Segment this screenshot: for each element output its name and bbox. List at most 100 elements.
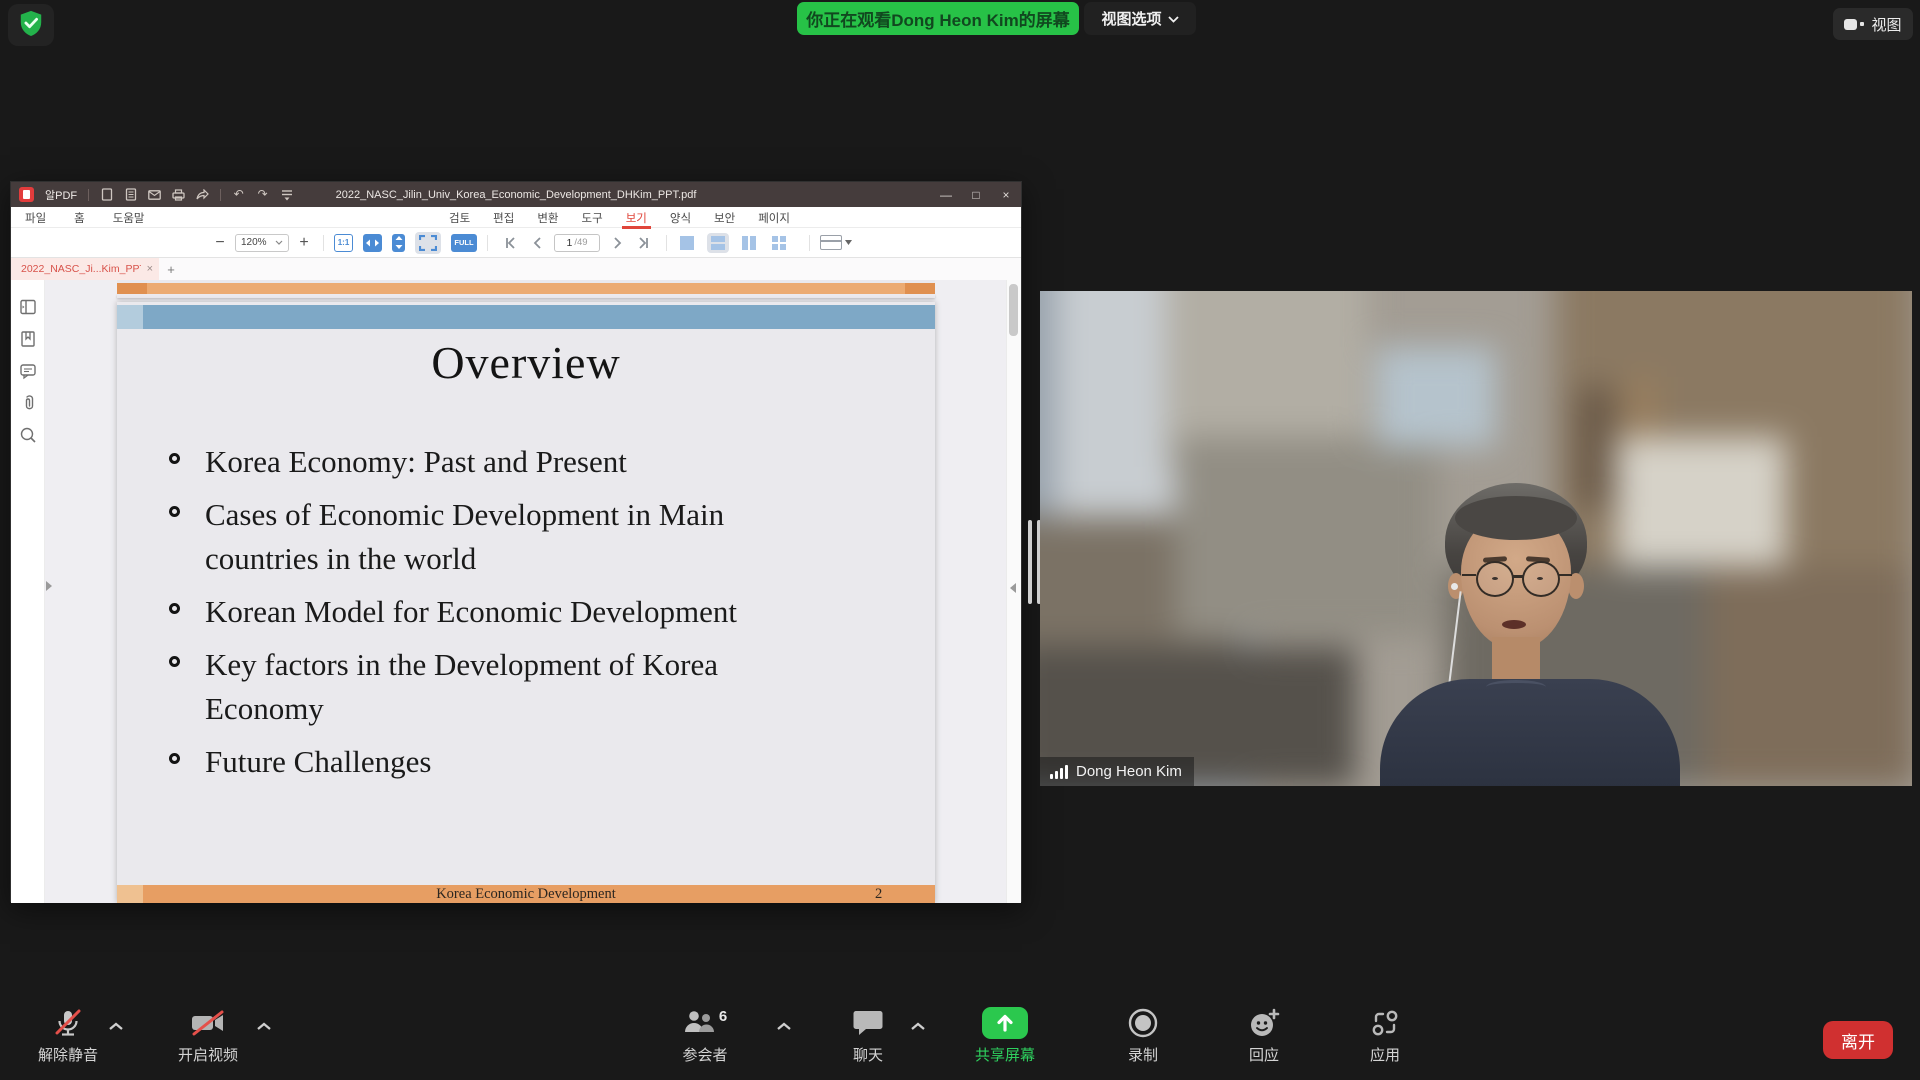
unmute-button[interactable]: 解除静音 — [23, 1004, 113, 1065]
previous-page-button[interactable] — [527, 233, 547, 253]
bullet-icon — [169, 506, 180, 517]
zoom-in-button[interactable]: + — [295, 234, 313, 252]
view-layout-icon — [1844, 19, 1864, 30]
close-button[interactable]: × — [991, 182, 1021, 207]
maximize-button[interactable]: □ — [961, 182, 991, 207]
zoom-level-select[interactable]: 120% — [235, 234, 289, 252]
slide-page: Overview Korea Economy: Past and Present… — [117, 302, 935, 903]
attachments-panel-icon[interactable] — [19, 394, 37, 412]
menu-edit[interactable]: 편집 — [493, 210, 514, 226]
print-icon[interactable] — [172, 188, 185, 201]
document-tab-active[interactable]: 2022_NASC_Ji...Kim_PPT.pdf × — [11, 258, 159, 280]
bullet-text: Korea Economy: Past and Present — [205, 440, 905, 484]
participants-button[interactable]: 6 参会者 — [660, 1004, 750, 1065]
menu-forms[interactable]: 양식 — [670, 210, 691, 226]
menu-file[interactable]: 파일 — [25, 210, 46, 226]
chevron-down-icon — [1168, 10, 1179, 27]
email-icon[interactable] — [148, 188, 161, 201]
reactions-button[interactable]: 回应 — [1219, 1004, 1309, 1065]
tab-close-icon[interactable]: × — [147, 263, 153, 275]
slide-page-number: 2 — [875, 885, 882, 903]
new-document-icon[interactable] — [100, 188, 113, 201]
menu-view-active[interactable]: 보기 — [626, 210, 647, 226]
menu-security[interactable]: 보안 — [714, 210, 735, 226]
video-options-caret[interactable] — [256, 1018, 272, 1036]
redo-icon[interactable]: ↷ — [256, 188, 269, 201]
scrollbar-thumb[interactable] — [1009, 284, 1018, 336]
pdf-side-rail — [11, 280, 45, 903]
participants-count-badge: 6 — [719, 1008, 727, 1025]
pdf-viewer-window: 알PDF ↶ ↷ — [10, 181, 1022, 902]
fit-page-button-selected[interactable] — [415, 232, 441, 254]
page-number-input[interactable]: 1 /49 — [554, 234, 600, 252]
continuous-view-button-selected[interactable] — [707, 233, 729, 253]
bookmarks-panel-icon[interactable] — [19, 330, 37, 348]
single-page-view-button[interactable] — [677, 234, 697, 252]
screen-share-banner-text: 你正在观看Dong Heon Kim的屏幕 — [806, 6, 1070, 31]
menu-help[interactable]: 도움말 — [113, 210, 145, 226]
start-video-button[interactable]: 开启视频 — [163, 1004, 253, 1065]
view-options-button[interactable]: 视图选项 — [1084, 2, 1196, 35]
participant-video-tile[interactable]: Dong Heon Kim — [1040, 291, 1912, 786]
view-layout-label: 视图 — [1871, 14, 1901, 35]
participant-name: Dong Heon Kim — [1076, 763, 1182, 780]
alpdf-app-name: 알PDF — [45, 187, 77, 203]
two-page-view-button[interactable] — [739, 234, 759, 252]
zoom-out-button[interactable]: − — [211, 234, 229, 252]
first-page-button[interactable] — [501, 233, 521, 253]
pdf-document-area[interactable]: Overview Korea Economy: Past and Present… — [45, 280, 1006, 903]
leave-meeting-button[interactable]: 离开 — [1823, 1021, 1893, 1059]
list-item: Korean Model for Economic Development — [167, 590, 905, 634]
bullet-text: Cases of Economic Development in Main — [205, 493, 905, 537]
panel-collapse-arrow-icon[interactable] — [1010, 583, 1016, 593]
list-item: Future Challenges — [167, 740, 905, 784]
fit-height-button[interactable] — [392, 234, 405, 252]
list-item: Cases of Economic Development in Main co… — [167, 493, 905, 581]
sidebar-expand-arrow-icon[interactable] — [46, 581, 52, 591]
open-document-icon[interactable] — [124, 188, 137, 201]
participants-label: 参会者 — [682, 1044, 727, 1065]
meeting-security-button[interactable] — [8, 4, 54, 46]
fit-width-button[interactable] — [363, 234, 382, 252]
chat-label: 聊天 — [853, 1044, 883, 1065]
slide-bullet-list: Korea Economy: Past and Present Cases of… — [167, 440, 905, 793]
menu-tools[interactable]: 도구 — [582, 210, 603, 226]
grid-view-button[interactable] — [769, 234, 789, 252]
bullet-icon — [169, 603, 180, 614]
vertical-scrollbar[interactable] — [1006, 280, 1021, 903]
apps-button[interactable]: 应用 — [1340, 1004, 1430, 1065]
thumbnails-panel-icon[interactable] — [19, 298, 37, 316]
menu-review[interactable]: 검토 — [449, 210, 470, 226]
participants-options-caret[interactable] — [776, 1018, 792, 1036]
undo-icon[interactable]: ↶ — [232, 188, 245, 201]
chat-button[interactable]: 聊天 — [823, 1004, 913, 1065]
slide-footer-bar: Korea Economic Development 2 — [117, 885, 935, 903]
view-layout-button[interactable]: 视图 — [1833, 8, 1913, 40]
comments-panel-icon[interactable] — [19, 362, 37, 380]
chat-options-caret[interactable] — [910, 1018, 926, 1036]
pdf-titlebar[interactable]: 알PDF ↶ ↷ — [11, 182, 1021, 207]
menu-pages[interactable]: 페이지 — [758, 210, 790, 226]
customize-toolbar-icon[interactable] — [280, 188, 293, 201]
slide-title: Overview — [117, 336, 935, 389]
fullscreen-button[interactable]: FULL — [451, 234, 477, 252]
previous-page-bottom — [117, 280, 935, 298]
security-shield-icon — [18, 9, 44, 42]
bullet-text: Key factors in the Development of Korea — [205, 643, 905, 687]
minimize-button[interactable]: — — [931, 182, 961, 207]
record-button[interactable]: 录制 — [1098, 1004, 1188, 1065]
audio-options-caret[interactable] — [108, 1018, 124, 1036]
slide-footer-text: Korea Economic Development — [117, 885, 935, 903]
microphone-muted-icon — [51, 1004, 85, 1042]
menu-home[interactable]: 홈 — [74, 210, 85, 226]
actual-size-button[interactable]: 1:1 — [334, 234, 353, 252]
share-screen-button[interactable]: 共享屏幕 — [960, 1004, 1050, 1065]
search-panel-icon[interactable] — [19, 426, 37, 444]
camera-off-icon — [189, 1004, 227, 1042]
page-layout-dropdown[interactable] — [820, 235, 852, 250]
menu-convert[interactable]: 변환 — [537, 210, 558, 226]
share-document-icon[interactable] — [196, 188, 209, 201]
new-tab-button[interactable]: + — [159, 258, 183, 280]
last-page-button[interactable] — [633, 233, 653, 253]
next-page-button[interactable] — [607, 233, 627, 253]
